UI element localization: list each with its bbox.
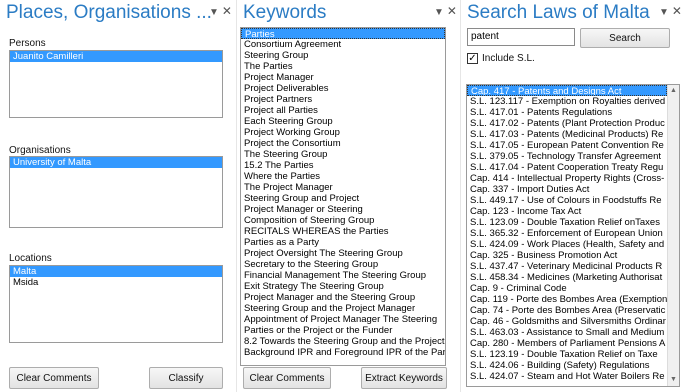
close-icon[interactable]: ✕ bbox=[672, 4, 682, 18]
places-panel: Places, Organisations ... ▼ ✕ Persons Jua… bbox=[0, 0, 236, 392]
list-item[interactable]: Cap. 74 - Porte des Bombes Area (Preserv… bbox=[467, 305, 667, 316]
keywords-panel: Keywords ▼ ✕ Parties Consortium Agreement S… bbox=[236, 0, 460, 392]
list-item[interactable]: The Project Manager bbox=[241, 182, 445, 193]
persons-label: Persons bbox=[9, 38, 46, 49]
list-item[interactable]: Parties as a Party bbox=[241, 237, 445, 248]
clear-comments-button[interactable]: Clear Comments bbox=[243, 367, 331, 389]
list-item[interactable]: Project the Consortium bbox=[241, 138, 445, 149]
list-item[interactable]: S.L. 123.09 - Double Taxation Relief onT… bbox=[467, 217, 667, 228]
scroll-down-icon[interactable]: ▼ bbox=[668, 374, 679, 386]
list-item[interactable]: Project Manager bbox=[241, 72, 445, 83]
list-item[interactable]: Background IPR and Foreground IPR of the… bbox=[241, 347, 445, 358]
search-input[interactable]: patent bbox=[467, 28, 575, 46]
search-panel-title: Search Laws of Malta bbox=[467, 2, 650, 23]
list-item[interactable]: Project Manager and the Steering Group bbox=[241, 292, 445, 303]
list-item[interactable]: S.L. 463.03 - Assistance to Small and Me… bbox=[467, 327, 667, 338]
include-sl-checkbox[interactable]: ✓ bbox=[467, 53, 478, 64]
extract-keywords-button[interactable]: Extract Keywords bbox=[361, 367, 447, 389]
persons-list[interactable]: Juanito Camilleri bbox=[9, 50, 223, 118]
include-sl-label: Include S.L. bbox=[482, 53, 535, 64]
list-item[interactable]: The Steering Group bbox=[241, 149, 445, 160]
list-item[interactable]: Project Manager or Steering bbox=[241, 204, 445, 215]
list-item[interactable]: Project Working Group bbox=[241, 127, 445, 138]
list-item[interactable]: 8.2 Towards the Steering Group and the P… bbox=[241, 336, 445, 347]
list-item[interactable]: S.L. 417.01 - Patents Regulations bbox=[467, 107, 667, 118]
results-scrollbar[interactable]: ▲ ▼ bbox=[667, 85, 679, 386]
list-item[interactable]: S.L. 424.09 - Work Places (Health, Safet… bbox=[467, 239, 667, 250]
search-results-items: Cap. 417 - Patents and Designs Act S.L. 1… bbox=[467, 85, 679, 382]
clear-comments-button[interactable]: Clear Comments bbox=[9, 367, 99, 389]
search-button[interactable]: Search bbox=[580, 28, 670, 48]
list-item[interactable]: Cap. 414 - Intellectual Property Rights … bbox=[467, 173, 667, 184]
list-item[interactable]: S.L. 417.03 - Patents (Medicinal Product… bbox=[467, 129, 667, 140]
list-item[interactable]: RECITALS WHEREAS the Parties bbox=[241, 226, 445, 237]
list-item[interactable]: S.L. 123.117 - Exemption on Royalties de… bbox=[467, 96, 667, 107]
chevron-down-icon[interactable]: ▼ bbox=[209, 6, 219, 20]
organisations-list[interactable]: University of Malta bbox=[9, 156, 223, 228]
list-item[interactable]: Steering Group and Project bbox=[241, 193, 445, 204]
list-item[interactable]: S.L. 379.05 - Technology Transfer Agreem… bbox=[467, 151, 667, 162]
list-item[interactable]: Cap. 46 - Goldsmiths and Silversmiths Or… bbox=[467, 316, 667, 327]
list-item[interactable]: Juanito Camilleri bbox=[10, 51, 222, 62]
list-item[interactable]: Steering Group bbox=[241, 50, 445, 61]
list-item[interactable]: Secretary to the Steering Group bbox=[241, 259, 445, 270]
list-item[interactable]: Consortium Agreement bbox=[241, 39, 445, 50]
search-panel-controls: ▼ ✕ bbox=[659, 4, 682, 20]
keywords-panel-controls: ▼ ✕ bbox=[434, 4, 457, 20]
list-item[interactable]: S.L. 417.02 - Patents (Plant Protection … bbox=[467, 118, 667, 129]
scroll-up-icon[interactable]: ▲ bbox=[668, 85, 679, 97]
list-item[interactable]: Steering Group and the Project Manager bbox=[241, 303, 445, 314]
search-results-list[interactable]: Cap. 417 - Patents and Designs Act S.L. 1… bbox=[466, 84, 680, 387]
list-item[interactable]: Cap. 417 - Patents and Designs Act bbox=[467, 85, 667, 96]
list-item[interactable]: Cap. 337 - Import Duties Act bbox=[467, 184, 667, 195]
list-item[interactable]: Malta bbox=[10, 266, 222, 277]
list-item[interactable]: Msida bbox=[10, 277, 222, 288]
chevron-down-icon[interactable]: ▼ bbox=[434, 6, 444, 20]
list-item[interactable]: Parties or the Project or the Funder bbox=[241, 325, 445, 336]
list-item[interactable]: S.L. 365.32 - Enforcement of European Un… bbox=[467, 228, 667, 239]
locations-list[interactable]: Malta Msida bbox=[9, 265, 223, 343]
list-item[interactable]: Cap. 280 - Members of Parliament Pension… bbox=[467, 338, 667, 349]
list-item[interactable]: Composition of Steering Group bbox=[241, 215, 445, 226]
list-item[interactable]: University of Malta bbox=[10, 157, 222, 168]
list-item[interactable]: Appointment of Project Manager The Steer… bbox=[241, 314, 445, 325]
classify-button[interactable]: Classify bbox=[149, 367, 223, 389]
list-item[interactable]: Each Steering Group bbox=[241, 116, 445, 127]
list-item[interactable]: S.L. 417.04 - Patent Cooperation Treaty … bbox=[467, 162, 667, 173]
chevron-down-icon[interactable]: ▼ bbox=[659, 6, 669, 20]
keywords-items: Parties Consortium Agreement Steering Grou… bbox=[241, 28, 445, 358]
list-item[interactable]: Cap. 9 - Criminal Code bbox=[467, 283, 667, 294]
list-item[interactable]: S.L. 458.34 - Medicines (Marketing Autho… bbox=[467, 272, 667, 283]
close-icon[interactable]: ✕ bbox=[222, 4, 232, 18]
list-item[interactable]: Project Oversight The Steering Group bbox=[241, 248, 445, 259]
list-item[interactable]: 15.2 The Parties bbox=[241, 160, 445, 171]
list-item[interactable]: Project Partners bbox=[241, 94, 445, 105]
locations-label: Locations bbox=[9, 253, 52, 264]
list-item[interactable]: Financial Management The Steering Group bbox=[241, 270, 445, 281]
close-icon[interactable]: ✕ bbox=[447, 4, 457, 18]
keywords-list[interactable]: Parties Consortium Agreement Steering Grou… bbox=[240, 27, 446, 366]
list-item[interactable]: S.L. 449.17 - Use of Colours in Foodstuf… bbox=[467, 195, 667, 206]
keywords-panel-title: Keywords bbox=[243, 2, 327, 23]
places-panel-controls: ▼ ✕ bbox=[209, 4, 232, 20]
list-item[interactable]: S.L. 424.07 - Steam and Hot Water Boiler… bbox=[467, 371, 667, 382]
list-item[interactable]: Where the Parties bbox=[241, 171, 445, 182]
list-item[interactable]: The Parties bbox=[241, 61, 445, 72]
list-item[interactable]: Cap. 123 - Income Tax Act bbox=[467, 206, 667, 217]
list-item[interactable]: S.L. 123.19 - Double Taxation Relief on … bbox=[467, 349, 667, 360]
list-item[interactable]: S.L. 424.06 - Building (Safety) Regulati… bbox=[467, 360, 667, 371]
list-item[interactable]: Parties bbox=[241, 28, 445, 39]
list-item[interactable]: Cap. 325 - Business Promotion Act bbox=[467, 250, 667, 261]
list-item[interactable]: Exit Strategy The Steering Group bbox=[241, 281, 445, 292]
list-item[interactable]: S.L. 417.05 - European Patent Convention… bbox=[467, 140, 667, 151]
places-panel-title: Places, Organisations ... bbox=[6, 2, 212, 23]
list-item[interactable]: Cap. 119 - Porte des Bombes Area (Exempt… bbox=[467, 294, 667, 305]
list-item[interactable]: S.L. 437.47 - Veterinary Medicinal Produ… bbox=[467, 261, 667, 272]
list-item[interactable]: Project all Parties bbox=[241, 105, 445, 116]
list-item[interactable]: Project Deliverables bbox=[241, 83, 445, 94]
